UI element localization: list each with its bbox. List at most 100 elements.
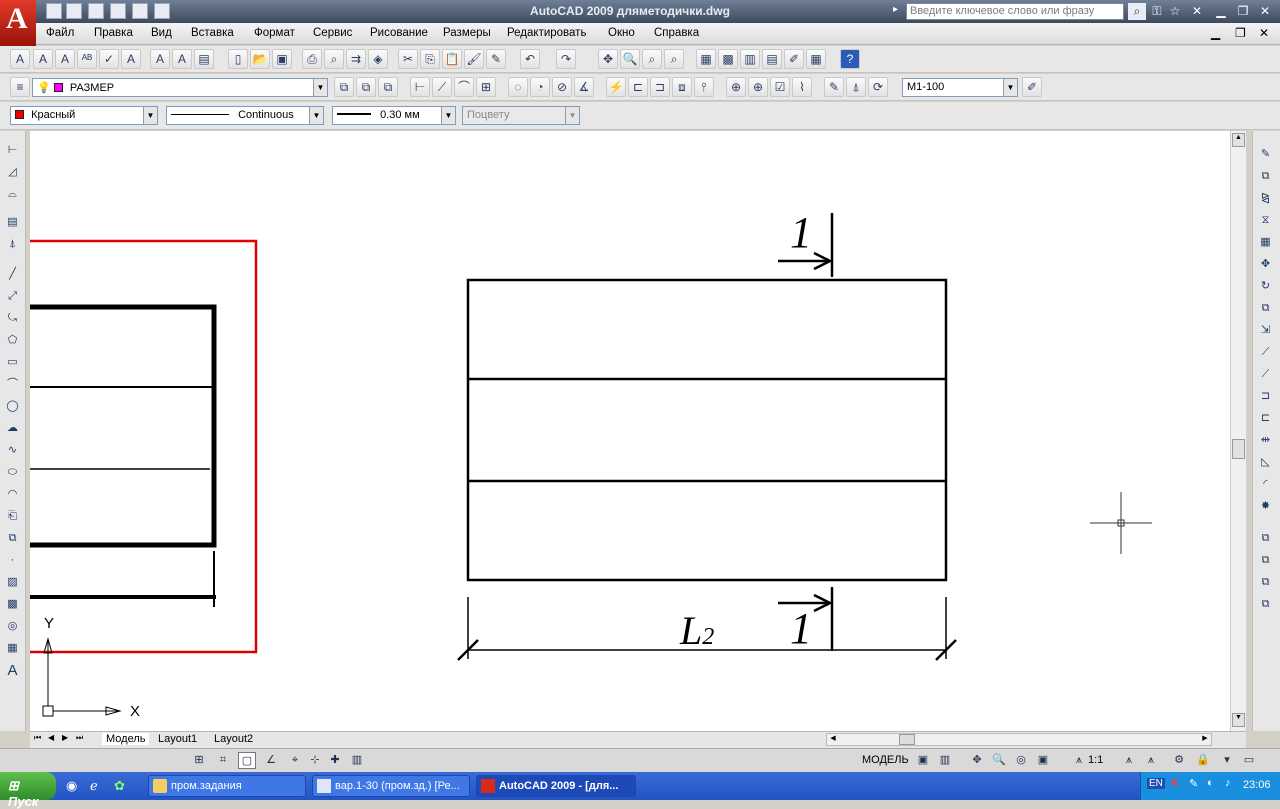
draworder-above-icon[interactable]: ⧉ bbox=[1256, 573, 1275, 592]
chevron-down-icon[interactable]: ▼ bbox=[309, 107, 323, 124]
dimension-edit-icon[interactable]: ✎ bbox=[824, 77, 844, 97]
redo-toolbar-icon[interactable]: ↷ bbox=[556, 49, 576, 69]
scroll-up-icon[interactable]: ▲ bbox=[1232, 133, 1245, 147]
draworder-front-icon[interactable]: ⧉ bbox=[1256, 529, 1275, 548]
lineweight-dropdown[interactable]: 0.30 мм ▼ bbox=[332, 106, 456, 125]
undo-icon[interactable] bbox=[132, 3, 148, 19]
trim-icon[interactable]: ⟋ bbox=[1256, 343, 1275, 362]
dimension-ordinate-icon[interactable]: ▤ bbox=[3, 213, 22, 232]
layer-previous-icon[interactable]: ⧉ bbox=[356, 77, 376, 97]
help-search-input[interactable]: Введите ключевое слово или фразу bbox=[906, 3, 1124, 20]
gradient-icon[interactable]: ▩ bbox=[3, 595, 22, 614]
search-icon[interactable]: ⌕ bbox=[1128, 3, 1146, 20]
publish-icon[interactable]: ⇉ bbox=[346, 49, 366, 69]
scroll-left-icon[interactable]: ◀ bbox=[827, 734, 839, 745]
region-icon[interactable]: ◎ bbox=[3, 617, 22, 636]
dim-style-dropdown[interactable]: М1-100 ▼ bbox=[902, 78, 1018, 97]
dimension-update-icon[interactable]: ⟳ bbox=[868, 77, 888, 97]
layer-dropdown[interactable]: 💡 РАЗМЕР ▼ bbox=[32, 78, 328, 97]
task-folder[interactable]: пром.задания bbox=[148, 775, 306, 797]
break-icon[interactable]: ⊏ bbox=[1256, 409, 1275, 428]
dimension-quick-icon[interactable]: ⍋ bbox=[3, 235, 22, 254]
lineweight-toggle-icon[interactable]: ▥ bbox=[348, 752, 366, 769]
pan-icon[interactable]: ✥ bbox=[598, 49, 618, 69]
linear-dimension-icon[interactable]: ⊢ bbox=[410, 77, 430, 97]
tab-first-icon[interactable]: ⏮ bbox=[34, 733, 41, 743]
minimize-button[interactable]: ▁ bbox=[1212, 3, 1230, 20]
auto-scale-icon[interactable]: ⩚ bbox=[1142, 752, 1160, 769]
offset-icon[interactable]: ⧖ bbox=[1256, 211, 1275, 230]
sheet-set-icon[interactable]: ▤ bbox=[762, 49, 782, 69]
baseline-dimension-icon[interactable]: ⊏ bbox=[628, 77, 648, 97]
doc-close-button[interactable]: ✕ bbox=[1259, 26, 1269, 40]
stretch-icon[interactable]: ⇲ bbox=[1256, 321, 1275, 340]
zoom-status-icon[interactable]: 🔍 bbox=[990, 752, 1008, 769]
explode-icon[interactable]: ✸ bbox=[1256, 497, 1275, 516]
ellipse-arc-icon[interactable]: ◠ bbox=[3, 485, 22, 504]
cut-icon[interactable]: ✂ bbox=[398, 49, 418, 69]
ordinate-dimension-icon[interactable]: ⊞ bbox=[476, 77, 496, 97]
menu-view[interactable]: Вид bbox=[151, 27, 172, 39]
browser-icon[interactable]: ℯ bbox=[90, 778, 98, 794]
tray-app-icon[interactable]: ✎ bbox=[1189, 777, 1198, 790]
ortho-mode-icon[interactable]: ▢ bbox=[238, 752, 256, 769]
layer-states-icon[interactable]: ⧉ bbox=[378, 77, 398, 97]
annotation-scale-icon[interactable]: ⩚ bbox=[1070, 752, 1088, 769]
text-scale-icon[interactable]: A bbox=[121, 49, 141, 69]
scroll-thumb[interactable] bbox=[1232, 439, 1245, 459]
jogged-dimension-icon[interactable]: ◔ bbox=[530, 77, 550, 97]
quick-dimension-icon[interactable]: ⚡ bbox=[606, 77, 626, 97]
break-at-point-icon[interactable]: ⊐ bbox=[1256, 387, 1275, 406]
dimension-break-icon[interactable]: ⫯ bbox=[694, 77, 714, 97]
menu-format[interactable]: Формат bbox=[254, 27, 295, 39]
model-space-label[interactable]: МОДЕЛЬ bbox=[862, 754, 909, 766]
show-desktop-icon[interactable]: ◉ bbox=[66, 778, 77, 794]
annotation-scale-value[interactable]: 1:1 bbox=[1088, 754, 1103, 766]
chevron-down-icon[interactable]: ▼ bbox=[143, 107, 157, 124]
tool-palettes-icon[interactable]: ▥ bbox=[740, 49, 760, 69]
menu-modify[interactable]: Редактировать bbox=[507, 27, 586, 39]
tab-layout2[interactable]: Layout2 bbox=[214, 733, 253, 745]
redo-icon[interactable] bbox=[154, 3, 170, 19]
drawing-canvas[interactable]: 1 1 L2 Y X bbox=[30, 131, 1230, 731]
continue-dimension-icon[interactable]: ⊐ bbox=[650, 77, 670, 97]
new-file-icon[interactable] bbox=[46, 3, 62, 19]
layout-icon[interactable]: ▥ bbox=[936, 752, 954, 769]
radius-dimension-icon[interactable]: ◌ bbox=[508, 77, 528, 97]
menu-window[interactable]: Окно bbox=[608, 27, 635, 39]
doc-restore-button[interactable]: ❐ bbox=[1235, 26, 1246, 40]
lock-icon[interactable]: 🔒 bbox=[1194, 752, 1212, 769]
plot-preview-icon[interactable]: ⌕ bbox=[324, 49, 344, 69]
scroll-down-icon[interactable]: ▼ bbox=[1232, 713, 1245, 727]
open-icon[interactable]: 📂 bbox=[250, 49, 270, 69]
array-icon[interactable]: ▦ bbox=[1256, 233, 1275, 252]
tab-layout1[interactable]: Layout1 bbox=[158, 733, 197, 745]
status-menu-icon[interactable]: ▾ bbox=[1218, 752, 1236, 769]
restore-button[interactable]: ❐ bbox=[1234, 3, 1252, 20]
spell-check-icon[interactable]: ✓ bbox=[99, 49, 119, 69]
make-block-icon[interactable]: ⧉ bbox=[3, 529, 22, 548]
showmotion-icon[interactable]: ▣ bbox=[1034, 752, 1052, 769]
favorites-icon[interactable]: ✕ bbox=[1188, 3, 1206, 20]
properties-icon[interactable]: ▦ bbox=[696, 49, 716, 69]
erase-icon[interactable]: ✎ bbox=[1256, 145, 1275, 164]
center-mark-icon[interactable]: ⊕ bbox=[748, 77, 768, 97]
annotation-visibility-icon[interactable]: ⩚ bbox=[1120, 752, 1138, 769]
rotate-icon[interactable]: ↻ bbox=[1256, 277, 1275, 296]
layer-manager-icon[interactable]: ≡ bbox=[10, 77, 30, 97]
menu-dimension[interactable]: Размеры bbox=[443, 27, 491, 39]
extend-icon[interactable]: ⟋ bbox=[1256, 365, 1275, 384]
menu-help[interactable]: Справка bbox=[654, 27, 699, 39]
edit-text-icon[interactable]: A bbox=[55, 49, 75, 69]
hscroll-thumb[interactable] bbox=[899, 734, 915, 745]
close-button[interactable]: ✕ bbox=[1256, 3, 1274, 20]
arc-icon[interactable]: ⌒ bbox=[3, 375, 22, 394]
copy-object-icon[interactable]: ⧉ bbox=[1256, 167, 1275, 186]
polygon-icon[interactable]: ⬠ bbox=[3, 331, 22, 350]
match-properties-icon[interactable]: 🖌 bbox=[464, 49, 484, 69]
table-icon[interactable]: ▦ bbox=[3, 639, 22, 658]
vertical-scrollbar[interactable]: ▲ ▼ bbox=[1230, 131, 1246, 731]
task-word-document[interactable]: вар.1-30 (пром.зд.) [Ре... bbox=[312, 775, 470, 797]
tray-volume-icon[interactable]: ♪ bbox=[1225, 777, 1231, 789]
draworder-back-icon[interactable]: ⧉ bbox=[1256, 551, 1275, 570]
